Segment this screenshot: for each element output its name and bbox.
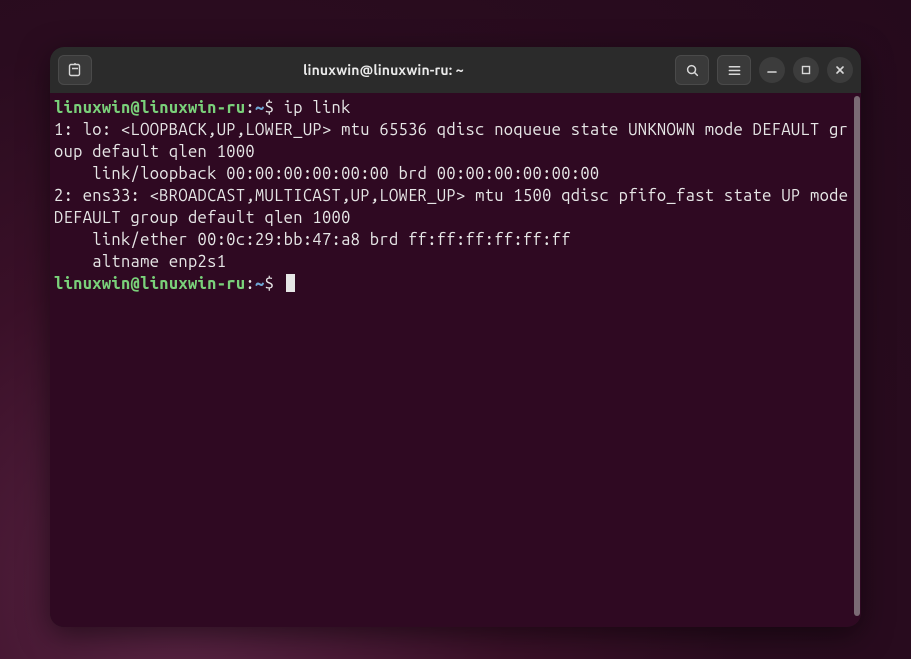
window-title: linuxwin@linuxwin-ru: ~ — [92, 62, 675, 78]
close-icon — [834, 64, 846, 76]
prompt-symbol: $ — [265, 275, 275, 293]
search-button[interactable] — [675, 55, 709, 85]
output-line: altname enp2s1 — [54, 253, 226, 271]
scrollbar-track[interactable] — [853, 93, 861, 627]
prompt-user-host: linuxwin@linuxwin-ru — [54, 99, 245, 117]
prompt-path: ~ — [255, 99, 265, 117]
titlebar-left-group — [58, 55, 92, 85]
output-line: 2: ens33: <BROADCAST,MULTICAST,UP,LOWER_… — [54, 187, 858, 227]
command-text: ip link — [274, 99, 351, 117]
prompt-user-host: linuxwin@linuxwin-ru — [54, 275, 245, 293]
hamburger-menu-button[interactable] — [717, 55, 751, 85]
titlebar-right-group — [675, 55, 853, 85]
titlebar: linuxwin@linuxwin-ru: ~ — [50, 47, 861, 93]
new-tab-icon — [67, 62, 83, 78]
maximize-button[interactable] — [793, 57, 819, 83]
search-icon — [685, 63, 700, 78]
output-line: link/ether 00:0c:29:bb:47:a8 brd ff:ff:f… — [54, 231, 571, 249]
close-button[interactable] — [827, 57, 853, 83]
maximize-icon — [800, 64, 812, 76]
prompt-path: ~ — [255, 275, 265, 293]
terminal-content[interactable]: linuxwin@linuxwin-ru:~$ ip link 1: lo: <… — [50, 93, 853, 627]
terminal-window: linuxwin@linuxwin-ru: ~ — [50, 47, 861, 627]
minimize-icon — [766, 64, 778, 76]
output-line: 1: lo: <LOOPBACK,UP,LOWER_UP> mtu 65536 … — [54, 121, 848, 161]
scrollbar-thumb[interactable] — [854, 96, 860, 616]
text-cursor — [286, 274, 295, 292]
prompt-separator: : — [245, 99, 255, 117]
new-tab-button[interactable] — [58, 55, 92, 85]
prompt-symbol: $ — [265, 99, 275, 117]
minimize-button[interactable] — [759, 57, 785, 83]
hamburger-icon — [727, 63, 742, 78]
prompt-separator: : — [245, 275, 255, 293]
terminal-body[interactable]: linuxwin@linuxwin-ru:~$ ip link 1: lo: <… — [50, 93, 861, 627]
output-line: link/loopback 00:00:00:00:00:00 brd 00:0… — [54, 165, 600, 183]
